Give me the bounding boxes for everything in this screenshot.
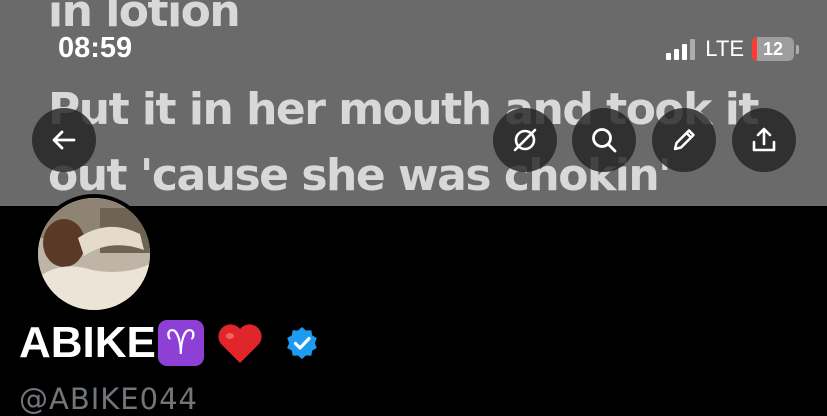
- edit-profile-button[interactable]: [652, 108, 716, 172]
- signal-icon: [666, 38, 696, 60]
- grok-button[interactable]: [493, 108, 557, 172]
- status-indicators: LTE 12: [666, 36, 799, 62]
- search-icon: [592, 128, 617, 153]
- verified-badge-icon[interactable]: [284, 325, 320, 361]
- avatar[interactable]: [34, 194, 154, 314]
- display-name: ABIKE: [19, 318, 156, 367]
- battery-nub: [796, 44, 799, 54]
- grok-icon: [513, 128, 537, 152]
- search-button[interactable]: [572, 108, 636, 172]
- avatar-photo: [38, 198, 150, 310]
- profile-banner[interactable]: in lotion Put it in her mouth and took i…: [0, 0, 827, 206]
- pencil-icon: [673, 129, 695, 151]
- banner-lyric-line: in lotion: [48, 0, 241, 37]
- share-icon: [752, 127, 776, 152]
- name-row: ABIKE ♈: [19, 318, 320, 368]
- banner-lyric-line: out 'cause she was chokin': [48, 150, 672, 201]
- heart-emoji: [218, 324, 262, 363]
- back-arrow-icon: [52, 130, 76, 150]
- user-handle: @ABIKE044: [19, 382, 198, 416]
- back-button[interactable]: [32, 108, 96, 172]
- aries-emoji: ♈: [157, 320, 204, 366]
- share-button[interactable]: [732, 108, 796, 172]
- battery-level: 12: [762, 38, 784, 59]
- status-time: 08:59: [58, 32, 133, 64]
- battery-icon: 12: [752, 37, 794, 61]
- network-type: LTE: [705, 36, 744, 61]
- banner-lyric-line: Put it in her mouth and took it: [48, 84, 759, 135]
